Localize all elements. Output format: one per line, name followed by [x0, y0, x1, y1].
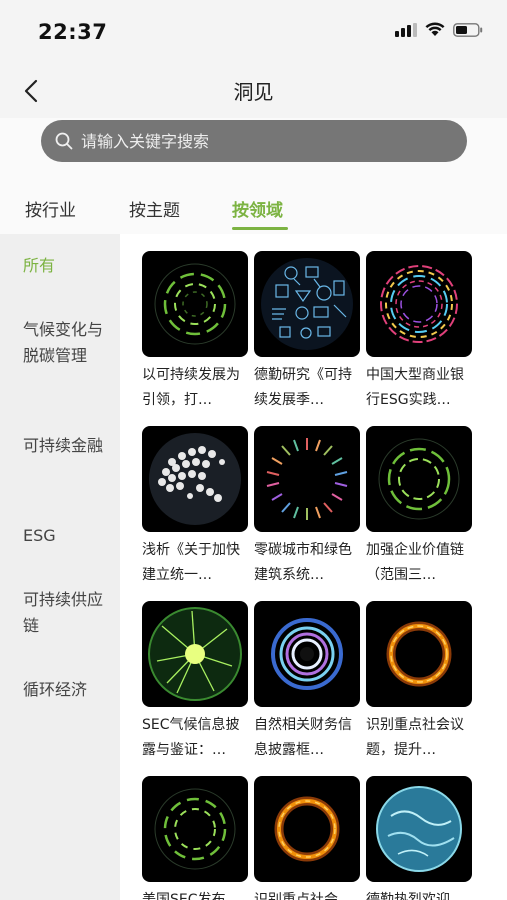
article-card[interactable]: SEC气候信息披露与鉴证：…	[142, 601, 248, 763]
article-card[interactable]: 以可持续发展为引领，打…	[142, 251, 248, 413]
battery-icon	[453, 22, 483, 37]
wifi-icon	[425, 22, 445, 36]
tab-active-indicator	[232, 227, 288, 230]
earth-globe-icon	[366, 776, 472, 882]
article-card[interactable]: 德勤研究《可持续发展季…	[254, 251, 360, 413]
sidebar-item-supply-chain[interactable]: 可持续供应链	[23, 587, 109, 639]
search-input[interactable]	[81, 131, 441, 151]
article-card[interactable]: 识别重点社会议题，提升…	[366, 601, 472, 763]
line-icons-globe-icon	[254, 251, 360, 357]
status-time: 22:37	[38, 20, 108, 44]
hexagon-globe-icon	[142, 426, 248, 532]
sidebar: 所有 气候变化与脱碳管理 可持续金融 ESG 可持续供应链 循环经济	[0, 234, 120, 900]
article-card[interactable]: 加强企业价值链（范围三…	[366, 426, 472, 588]
search-box[interactable]	[41, 120, 467, 162]
card-title: 识别重点社会议题，提升…	[366, 717, 464, 758]
tab-bar: 按行业 按主题 按领域	[0, 172, 507, 234]
card-title: 加强企业价值链（范围三…	[366, 542, 464, 583]
card-title: SEC气候信息披露与鉴证：…	[142, 717, 240, 758]
sidebar-item-sustainable-finance[interactable]: 可持续金融	[23, 433, 109, 459]
card-title: 美国SEC发布气…	[142, 892, 226, 900]
card-title: 以可持续发展为引领，打…	[142, 367, 240, 408]
radial-bars-icon	[254, 426, 360, 532]
fire-ring-icon	[366, 601, 472, 707]
card-title: 识别重点社会…	[254, 892, 352, 900]
status-bar: 22:37	[0, 0, 507, 62]
nav-bar: 洞见	[0, 62, 507, 120]
article-card[interactable]: 零碳城市和绿色建筑系统…	[254, 426, 360, 588]
green-rings-icon	[142, 776, 248, 882]
tab-topic[interactable]: 按主题	[129, 196, 180, 221]
card-title: 德勤热烈欢迎…	[366, 892, 464, 900]
blue-ring-icon	[254, 601, 360, 707]
article-card[interactable]: 识别重点社会…	[254, 776, 360, 900]
article-card[interactable]: 美国SEC发布气…	[142, 776, 248, 900]
article-card[interactable]: 自然相关财务信息披露框…	[254, 601, 360, 763]
article-card[interactable]: 浅析《关于加快建立统一…	[142, 426, 248, 588]
green-plasma-icon	[142, 601, 248, 707]
sidebar-item-esg[interactable]: ESG	[23, 523, 109, 549]
card-title: 零碳城市和绿色建筑系统…	[254, 542, 352, 583]
search-bar	[0, 118, 507, 172]
sidebar-item-circular-economy[interactable]: 循环经济	[23, 677, 109, 703]
search-icon	[55, 132, 73, 150]
green-rings-icon	[142, 251, 248, 357]
sidebar-item-all[interactable]: 所有	[23, 253, 109, 279]
card-title: 中国大型商业银行ESG实践…	[366, 367, 464, 408]
card-title: 浅析《关于加快建立统一…	[142, 542, 240, 583]
card-title: 德勤研究《可持续发展季…	[254, 367, 352, 408]
tab-domain[interactable]: 按领域	[232, 196, 283, 221]
page-title: 洞见	[233, 80, 274, 104]
green-rings-icon	[366, 426, 472, 532]
colorful-ring-icon	[366, 251, 472, 357]
tab-industry[interactable]: 按行业	[25, 196, 76, 221]
status-icons	[395, 22, 483, 37]
article-card[interactable]: 德勤热烈欢迎…	[366, 776, 472, 900]
signal-icon	[395, 22, 417, 37]
fire-ring-icon	[254, 776, 360, 882]
card-title: 自然相关财务信息披露框…	[254, 717, 352, 758]
article-card[interactable]: 中国大型商业银行ESG实践…	[366, 251, 472, 413]
content-grid: 以可持续发展为引领，打… 德勤研究《可持续发展季… 中国大型商业银行ESG实践……	[120, 234, 507, 900]
sidebar-item-climate[interactable]: 气候变化与脱碳管理	[23, 317, 109, 369]
